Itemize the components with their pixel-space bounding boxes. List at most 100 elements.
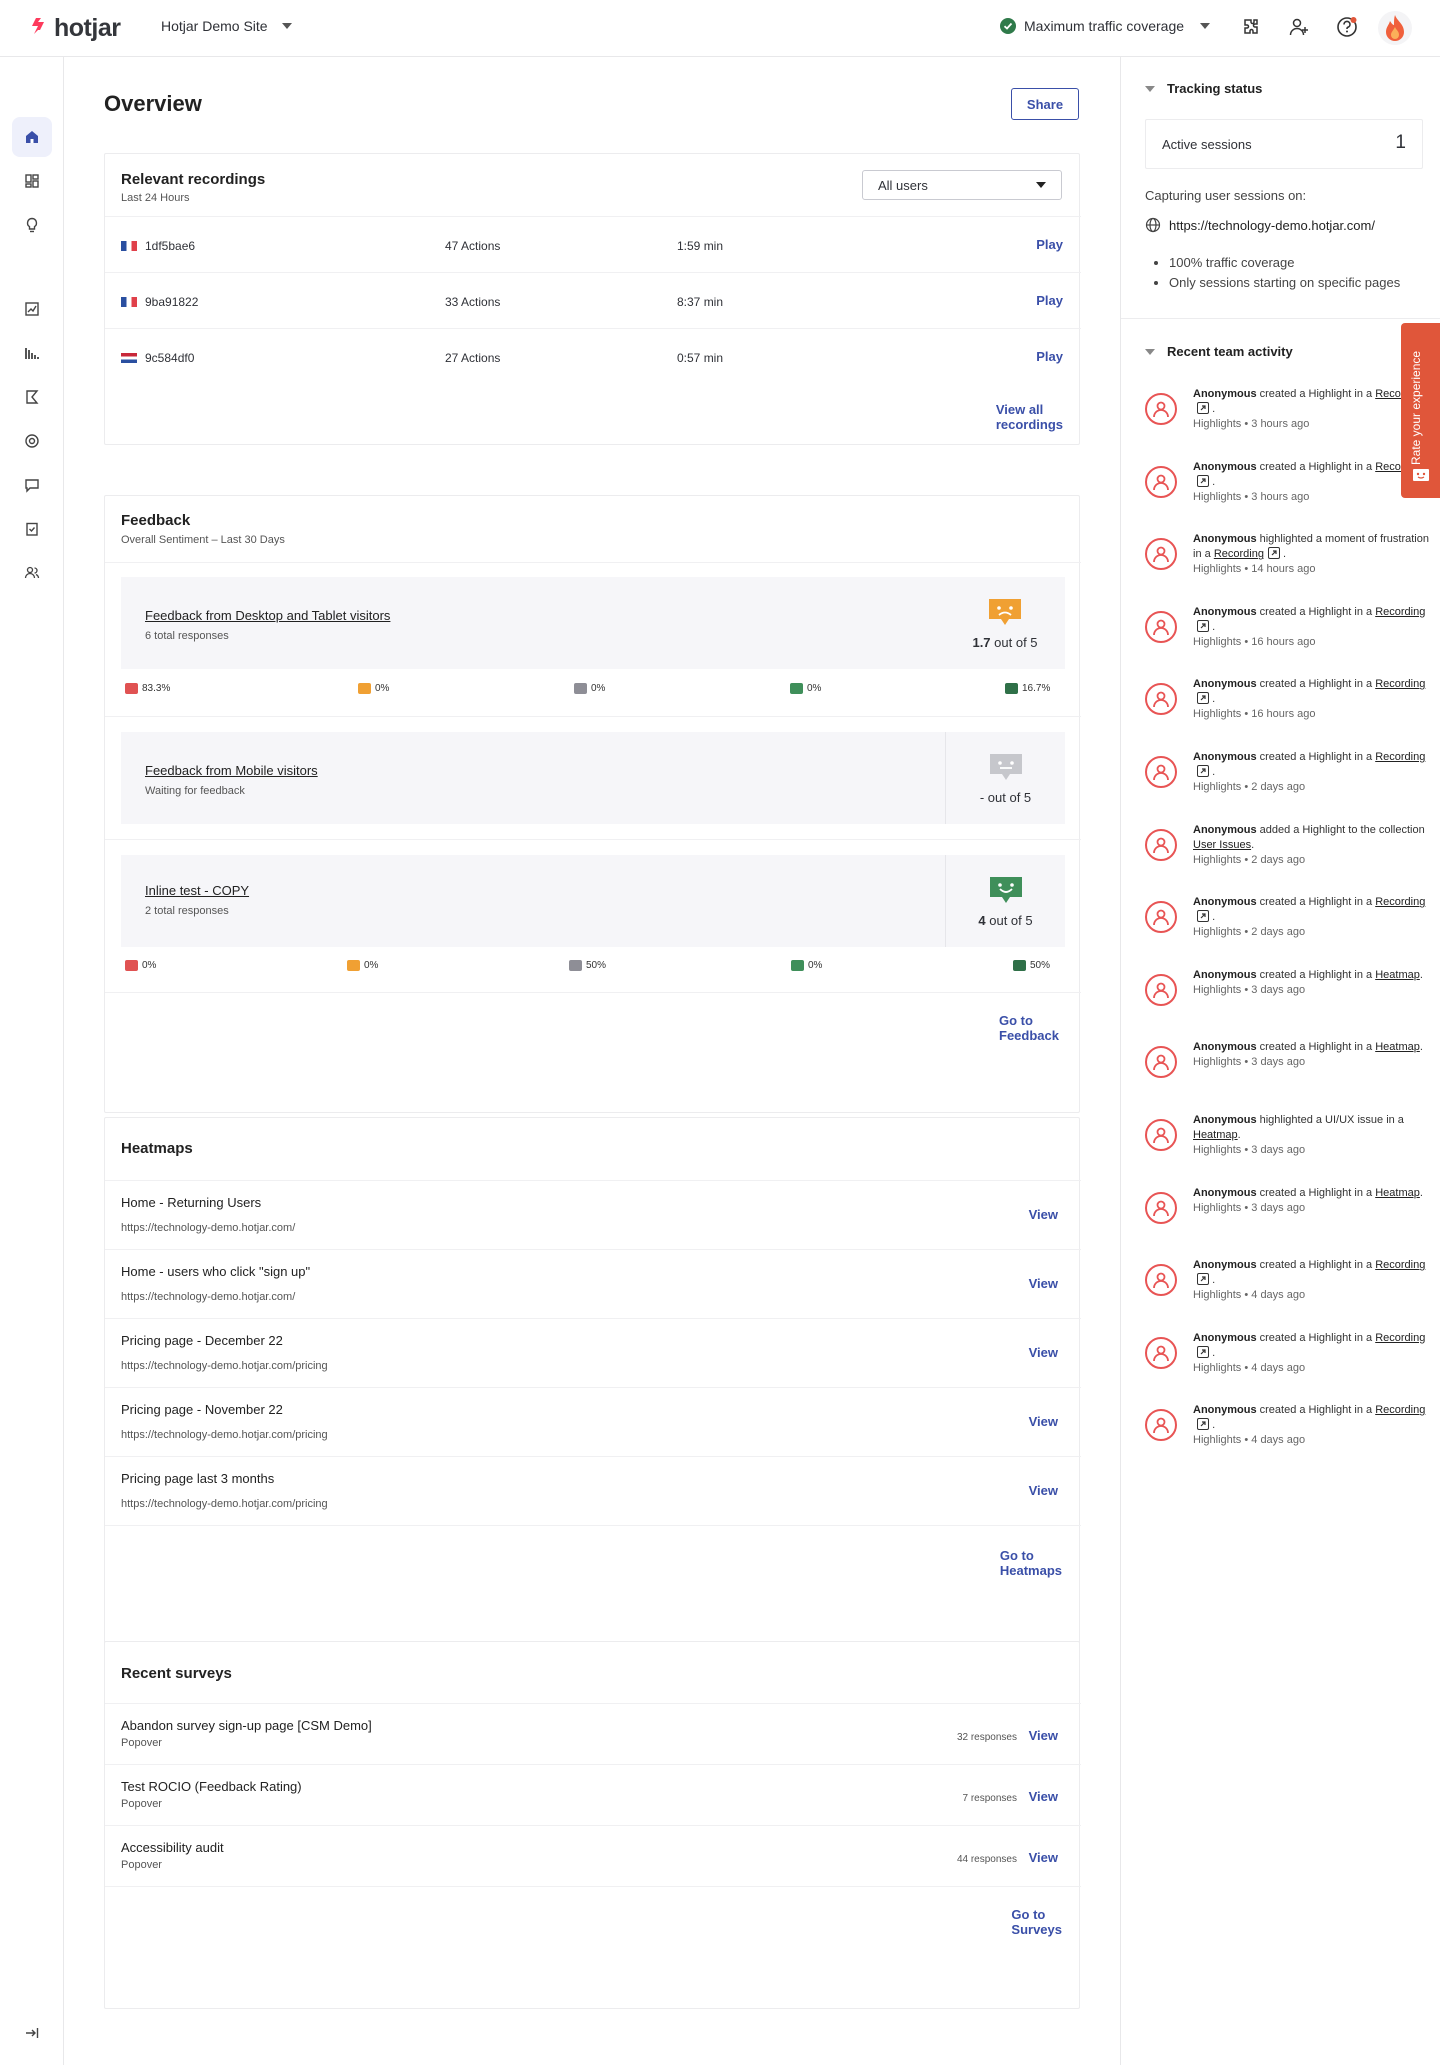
view-all-recordings-link[interactable]: View all recordings — [996, 402, 1063, 432]
user-filter-dropdown[interactable]: All users — [862, 170, 1062, 200]
recording-row[interactable]: 9ba91822 33 Actions 8:37 min Play — [105, 272, 1081, 328]
go-to-surveys-link[interactable]: Go to Surveys — [1011, 1907, 1062, 1937]
heatmap-row[interactable]: Home - Returning Users https://technolog… — [105, 1180, 1081, 1249]
go-to-heatmaps-link[interactable]: Go to Heatmaps — [1000, 1548, 1062, 1578]
activity-target-link[interactable]: Recording — [1375, 896, 1425, 908]
sidebar-item-insights[interactable] — [12, 205, 52, 245]
view-survey-link[interactable]: View — [1029, 1789, 1058, 1804]
activity-item[interactable]: Anonymous created a Highlight in a Heatm… — [1145, 968, 1435, 1028]
heatmap-row[interactable]: Pricing page last 3 months https://techn… — [105, 1456, 1081, 1525]
activity-target-link[interactable]: Recording — [1375, 1332, 1425, 1344]
activity-item[interactable]: Anonymous created a Highlight in a Recor… — [1145, 895, 1435, 955]
activity-target-link[interactable]: Heatmap — [1375, 1041, 1420, 1053]
sidebar-item-feedback[interactable] — [12, 465, 52, 505]
feedback-widget[interactable]: Feedback from Desktop and Tablet visitor… — [121, 577, 1065, 669]
surveys-card: Recent surveys Abandon survey sign-up pa… — [104, 1641, 1081, 2009]
recording-duration: 8:37 min — [677, 295, 724, 309]
sidebar-item-trends[interactable] — [12, 289, 52, 329]
activity-target-link[interactable]: Heatmap — [1375, 969, 1420, 981]
activity-target-link[interactable]: Recording — [1375, 678, 1425, 690]
activity-item[interactable]: Anonymous added a Highlight to the colle… — [1145, 823, 1435, 883]
activity-target-link[interactable]: Heatmap — [1193, 1129, 1238, 1141]
hotjar-logo[interactable]: hotjar — [30, 13, 121, 43]
activity-item[interactable]: Anonymous created a Highlight in a Recor… — [1145, 605, 1435, 665]
feedback-widget[interactable]: Inline test - COPY 2 total responses 4 o… — [121, 855, 1065, 947]
user-avatar[interactable] — [1378, 11, 1412, 45]
external-link-icon[interactable] — [1197, 1273, 1209, 1286]
sidebar-item-home[interactable] — [12, 117, 52, 157]
activity-target-link[interactable]: Recording — [1375, 751, 1425, 763]
collapse-sidebar-button[interactable] — [12, 2013, 52, 2053]
activity-item[interactable]: Anonymous created a Highlight in a Recor… — [1145, 460, 1435, 520]
sidebar-item-dashboards[interactable] — [12, 161, 52, 201]
recording-row[interactable]: 1df5bae6 47 Actions 1:59 min Play — [105, 216, 1081, 272]
external-link-icon[interactable] — [1267, 547, 1280, 560]
activity-item[interactable]: Anonymous highlighted a moment of frustr… — [1145, 532, 1435, 592]
activity-target-link[interactable]: Recording — [1214, 548, 1264, 560]
activity-item[interactable]: Anonymous created a Highlight in a Recor… — [1145, 1258, 1435, 1318]
play-recording-link[interactable]: Play — [1036, 349, 1063, 364]
view-heatmap-link[interactable]: View — [1029, 1276, 1058, 1291]
integrations-icon[interactable] — [1238, 14, 1264, 40]
activity-item[interactable]: Anonymous created a Highlight in a Recor… — [1145, 677, 1435, 737]
survey-row[interactable]: Accessibility audit Popover 44 responses… — [105, 1825, 1081, 1886]
tracking-status-toggle[interactable]: Tracking status — [1145, 81, 1262, 96]
view-heatmap-link[interactable]: View — [1029, 1207, 1058, 1222]
heatmap-row[interactable]: Home - users who click "sign up" https:/… — [105, 1249, 1081, 1318]
feedback-widget-name[interactable]: Feedback from Desktop and Tablet visitor… — [145, 608, 390, 623]
activity-target-link[interactable]: Recording — [1375, 1259, 1425, 1271]
sidebar-item-recordings[interactable] — [12, 377, 52, 417]
external-link-icon[interactable] — [1197, 910, 1209, 923]
external-link-icon[interactable] — [1197, 765, 1209, 777]
view-survey-link[interactable]: View — [1029, 1728, 1058, 1743]
play-recording-link[interactable]: Play — [1036, 293, 1063, 308]
sidebar-item-interviews[interactable] — [12, 421, 52, 461]
activity-item[interactable]: Anonymous created a Highlight in a Recor… — [1145, 750, 1435, 810]
sidebar-item-funnels[interactable] — [12, 333, 52, 373]
sidebar-item-users[interactable] — [12, 553, 52, 593]
activity-target-link[interactable]: Recording — [1375, 1404, 1425, 1416]
team-activity-toggle[interactable]: Recent team activity — [1145, 344, 1293, 359]
globe-icon — [1145, 217, 1161, 233]
rate-experience-tab[interactable]: Rate your experience — [1401, 323, 1440, 498]
heatmap-row[interactable]: Pricing page - November 22 https://techn… — [105, 1387, 1081, 1456]
feedback-widget[interactable]: Feedback from Mobile visitors Waiting fo… — [121, 732, 1065, 824]
view-survey-link[interactable]: View — [1029, 1850, 1058, 1865]
activity-item[interactable]: Anonymous highlighted a UI/UX issue in a… — [1145, 1113, 1435, 1173]
activity-item[interactable]: Anonymous created a Highlight in a Recor… — [1145, 1403, 1435, 1463]
site-selector[interactable]: Hotjar Demo Site — [161, 18, 292, 34]
view-heatmap-link[interactable]: View — [1029, 1345, 1058, 1360]
users-icon — [24, 566, 40, 579]
survey-row[interactable]: Test ROCIO (Feedback Rating) Popover 7 r… — [105, 1764, 1081, 1825]
external-link-icon[interactable] — [1197, 619, 1209, 632]
feedback-widget-name[interactable]: Feedback from Mobile visitors — [145, 763, 318, 778]
invite-user-icon[interactable] — [1286, 14, 1312, 40]
help-icon[interactable] — [1334, 14, 1360, 40]
external-link-icon[interactable] — [1197, 1418, 1209, 1431]
tracked-url-text: https://technology-demo.hotjar.com/ — [1169, 217, 1375, 233]
sentiment-like: 0% — [790, 683, 821, 694]
recording-row[interactable]: 9c584df0 27 Actions 0:57 min Play — [105, 328, 1081, 384]
activity-target-link[interactable]: Recording — [1375, 606, 1425, 618]
view-heatmap-link[interactable]: View — [1029, 1483, 1058, 1498]
activity-item[interactable]: Anonymous created a Highlight in a Recor… — [1145, 387, 1435, 447]
feedback-score-suffix: out of 5 — [990, 634, 1038, 650]
go-to-feedback-link[interactable]: Go to Feedback — [999, 1013, 1059, 1043]
external-link-icon[interactable] — [1197, 692, 1209, 705]
external-link-icon[interactable] — [1197, 402, 1209, 414]
activity-item[interactable]: Anonymous created a Highlight in a Heatm… — [1145, 1040, 1435, 1100]
traffic-coverage-selector[interactable]: Maximum traffic coverage — [1000, 18, 1211, 34]
activity-item[interactable]: Anonymous created a Highlight in a Heatm… — [1145, 1186, 1435, 1246]
activity-target-link[interactable]: Heatmap — [1375, 1187, 1420, 1199]
survey-row[interactable]: Abandon survey sign-up page [CSM Demo] P… — [105, 1703, 1081, 1764]
sidebar-item-surveys[interactable] — [12, 509, 52, 549]
heatmap-row[interactable]: Pricing page - December 22 https://techn… — [105, 1318, 1081, 1387]
feedback-widget-name[interactable]: Inline test - COPY — [145, 883, 249, 898]
external-link-icon[interactable] — [1197, 1345, 1209, 1358]
share-button[interactable]: Share — [1011, 88, 1079, 120]
activity-target-link[interactable]: User Issues — [1193, 839, 1251, 851]
external-link-icon[interactable] — [1197, 474, 1209, 487]
view-heatmap-link[interactable]: View — [1029, 1414, 1058, 1429]
play-recording-link[interactable]: Play — [1036, 237, 1063, 252]
activity-item[interactable]: Anonymous created a Highlight in a Recor… — [1145, 1331, 1435, 1391]
